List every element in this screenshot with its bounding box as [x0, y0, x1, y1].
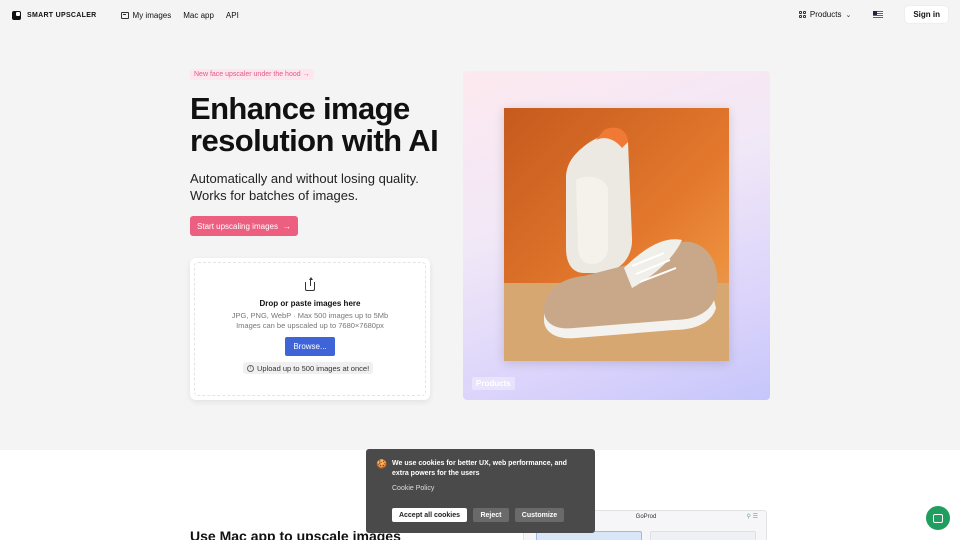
- hero-subtitle-line2: Works for batches of images.: [190, 188, 359, 203]
- brand-name: SMART UPSCALER: [27, 11, 97, 19]
- showcase-panel: Products: [463, 71, 770, 400]
- info-icon: i: [247, 364, 254, 372]
- upload-icon: [305, 277, 315, 291]
- browse-button[interactable]: Browse...: [285, 337, 335, 356]
- dropzone-formats: JPG, PNG, WebP · Max 500 images up to 5M…: [231, 311, 389, 320]
- nav-link-label: API: [225, 10, 239, 20]
- upload-dropzone[interactable]: Drop or paste images here JPG, PNG, WebP…: [190, 258, 430, 400]
- customize-cookies-button[interactable]: Customize: [515, 508, 564, 522]
- image-icon: [120, 11, 129, 19]
- start-upscaling-button[interactable]: Start upscaling images →: [190, 216, 298, 236]
- dropzone-title: Drop or paste images here: [259, 299, 361, 308]
- cookie-banner: 🍪 We use cookies for better UX, web perf…: [366, 449, 595, 533]
- sneaker-photo: [504, 108, 729, 361]
- grid-icon: [798, 11, 806, 18]
- cta-label: Start upscaling images: [197, 221, 278, 231]
- badge-text: New face upscaler under the hood: [194, 71, 301, 78]
- nav-links: My images Mac app API: [120, 10, 239, 20]
- nav-right: Products ⌄ Sign in: [798, 6, 948, 23]
- upload-limit-note: i Upload up to 500 images at once!: [243, 362, 374, 374]
- chevron-down-icon: ⌄: [845, 11, 852, 19]
- products-label: Products: [809, 10, 842, 19]
- shoe-insole: [576, 176, 608, 264]
- announcement-badge[interactable]: New face upscaler under the hood →: [190, 69, 314, 80]
- arrow-right-icon: →: [302, 71, 310, 78]
- hero-title-line2: resolution with AI: [190, 123, 439, 158]
- sign-in-button[interactable]: Sign in: [905, 6, 948, 23]
- hero-subtitle: Automatically and without losing quality…: [190, 170, 450, 204]
- top-nav: SMART UPSCALER My images Mac app API Pro…: [0, 0, 960, 30]
- cookie-message: We use cookies for better UX, web perfor…: [392, 460, 567, 477]
- dropzone-max-size: Images can be upscaled up to 7680×7680px: [236, 321, 384, 330]
- nav-link-my-images[interactable]: My images: [120, 10, 172, 20]
- products-dropdown[interactable]: Products ⌄: [798, 10, 852, 19]
- hero-subtitle-line1: Automatically and without losing quality…: [190, 171, 419, 186]
- nav-link-label: My images: [132, 10, 172, 20]
- cookie-icon: 🍪: [376, 459, 388, 469]
- brand-logo[interactable]: SMART UPSCALER: [12, 10, 97, 20]
- cookie-policy-link[interactable]: Cookie Policy: [392, 485, 434, 492]
- nav-link-api[interactable]: API: [226, 11, 239, 20]
- hero-title: Enhance image resolution with AI: [190, 93, 470, 157]
- us-flag-icon[interactable]: [873, 11, 884, 18]
- upload-limit-text: Upload up to 500 images at once!: [257, 363, 370, 373]
- sneaker-illustration: [504, 127, 729, 361]
- logo-icon: [12, 10, 21, 20]
- chat-widget-button[interactable]: [926, 506, 950, 530]
- showcase-category-label: Products: [472, 377, 515, 390]
- arrow-right-icon: →: [282, 221, 291, 231]
- window-controls-icon: ⚲ ☰: [746, 514, 758, 520]
- mac-preview-pane: [650, 531, 756, 540]
- chat-icon: [933, 513, 943, 523]
- accept-all-cookies-button[interactable]: Accept all cookies: [392, 508, 467, 522]
- nav-link-mac-app[interactable]: Mac app: [183, 11, 214, 20]
- reject-cookies-button[interactable]: Reject: [473, 508, 509, 522]
- hero-title-line1: Enhance image: [190, 91, 410, 126]
- nav-link-label: Mac app: [183, 10, 214, 20]
